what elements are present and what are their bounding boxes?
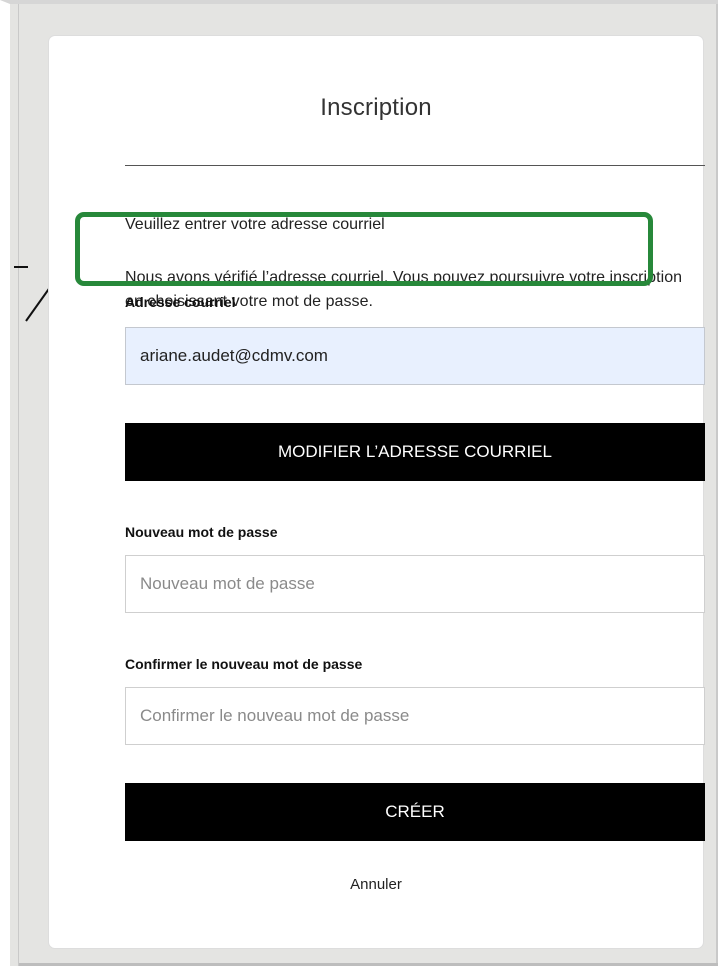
confirm-password-label: Confirmer le nouveau mot de passe (125, 656, 363, 672)
verification-highlight (75, 212, 653, 286)
confirm-password-field[interactable] (125, 687, 705, 745)
modify-email-button[interactable]: MODIFIER L’ADRESSE COURRIEL (125, 423, 705, 481)
page-title: Inscription (320, 94, 432, 121)
email-field[interactable] (125, 327, 705, 385)
title-divider (125, 165, 705, 166)
new-password-field[interactable] (125, 555, 705, 613)
create-button[interactable]: CRÉER (125, 783, 705, 841)
screenshot-frame: Inscription Veuillez entrer votre adress… (0, 0, 718, 966)
signup-card: Inscription Veuillez entrer votre adress… (49, 36, 705, 948)
new-password-label: Nouveau mot de passe (125, 524, 278, 540)
email-label: Adresse courriel (125, 294, 236, 310)
cancel-link[interactable]: Annuler (49, 876, 703, 893)
